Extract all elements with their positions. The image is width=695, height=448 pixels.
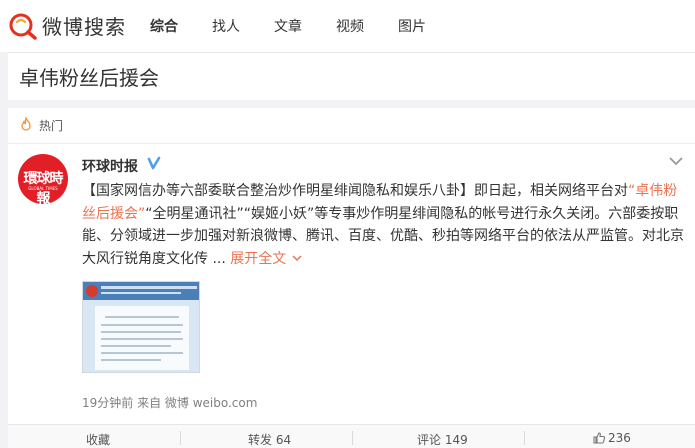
post-meta: 19分钟前 来自 微博 weibo.com xyxy=(82,396,258,410)
chevron-down-icon[interactable] xyxy=(668,152,684,166)
post-text-body: “全明星通讯社”“娱姬小妖”等专事炒作明星绯闻隐私的帐号进行永久关闭。六部委按职… xyxy=(82,205,684,267)
tab-images[interactable]: 图片 xyxy=(398,16,426,36)
divider xyxy=(180,431,181,445)
expand-label: 展开全文 xyxy=(230,250,287,267)
search-query: 卓伟粉丝后援会 xyxy=(19,66,159,90)
post-action-bar: 收藏 转发 64 评论 149 236 xyxy=(8,424,695,448)
search-input[interactable]: 卓伟粉丝后援会 xyxy=(8,52,695,100)
chevron-down-small-icon xyxy=(286,251,302,267)
comment-label: 评论 149 xyxy=(417,433,468,447)
thumbnail-document xyxy=(95,306,189,370)
hot-label: 热门 xyxy=(39,119,64,133)
post-image-thumbnail[interactable] xyxy=(82,281,200,373)
avatar[interactable]: 環球時報 GLOBAL TIMES xyxy=(18,154,68,204)
thumbnail-title-bar xyxy=(101,292,181,294)
logo-text: 微博搜索 xyxy=(42,14,126,39)
tab-comprehensive[interactable]: 综合 xyxy=(150,16,178,36)
post-text: 【国家网信办等六部委联合整治炒作明星绯闻隐私和娱乐八卦】即日起，相关网络平台对 “… xyxy=(82,180,686,270)
like-button[interactable]: 236 xyxy=(592,431,631,445)
search-tabs: 综合 找人 文章 视频 图片 xyxy=(150,0,460,52)
like-count: 236 xyxy=(608,431,631,445)
thumbnail-emblem-icon xyxy=(86,285,98,297)
divider xyxy=(524,431,525,445)
verified-v-icon xyxy=(146,155,162,171)
weibo-search-logo[interactable]: 微博搜索 xyxy=(8,7,126,43)
collect-button[interactable]: 收藏 xyxy=(86,431,110,448)
author-name[interactable]: 环球时报 xyxy=(82,156,138,176)
divider xyxy=(352,431,353,445)
repost-label: 转发 64 xyxy=(248,433,292,447)
tab-videos[interactable]: 视频 xyxy=(336,16,364,36)
flame-icon xyxy=(19,115,33,135)
top-header: 微博搜索 综合 找人 文章 视频 图片 xyxy=(0,0,695,52)
repost-button[interactable]: 转发 64 xyxy=(248,431,291,448)
weibo-logo-icon xyxy=(8,10,38,40)
hot-section-header: 热门 xyxy=(8,108,695,144)
collect-label: 收藏 xyxy=(86,433,111,447)
thumbnail-banner xyxy=(83,282,199,300)
post-text-prefix: 【国家网信办等六部委联合整治炒作明星绯闻隐私和娱乐八卦】即日起，相关网络平台对 xyxy=(82,183,628,199)
post-card: 環球時報 GLOBAL TIMES 环球时报 【国家网信办等六部委联合整治炒作明… xyxy=(8,144,695,448)
avatar-logo-subtext: GLOBAL TIMES xyxy=(28,186,58,191)
thumbnail-title-bar xyxy=(101,286,197,289)
expand-full-text-link[interactable]: 展开全文 xyxy=(230,251,302,267)
comment-button[interactable]: 评论 149 xyxy=(417,431,468,448)
tab-articles[interactable]: 文章 xyxy=(274,16,302,36)
tab-people[interactable]: 找人 xyxy=(212,16,240,36)
thumbs-up-icon xyxy=(592,431,606,445)
